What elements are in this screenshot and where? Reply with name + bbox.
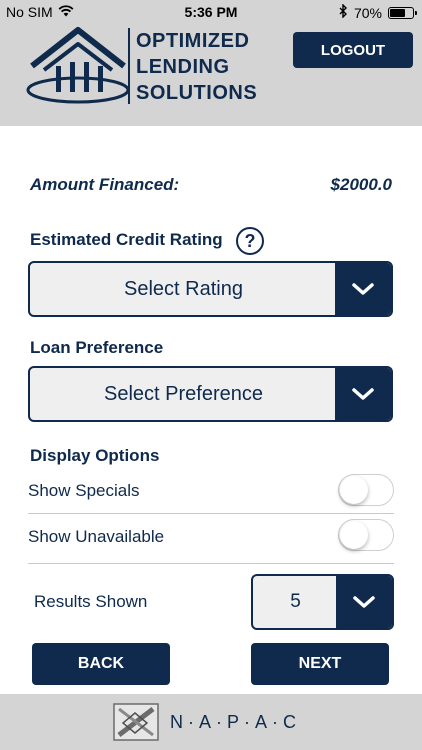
show-unavailable-label: Show Unavailable: [28, 527, 165, 546]
amount-financed-label: Amount Financed:: [30, 175, 180, 194]
loan-preference-label: Loan Preference: [30, 338, 164, 357]
battery-percent: 70%: [353, 4, 382, 21]
results-shown-label: Results Shown: [34, 592, 148, 611]
napac-logo-icon: [113, 703, 159, 741]
loan-preference-select[interactable]: Select Preference: [28, 366, 393, 422]
toggle-row-show-specials: Show Specials: [28, 468, 394, 514]
loan-preference-value: Select Preference: [104, 382, 263, 405]
chevron-down-icon[interactable]: [335, 368, 391, 420]
brand-line-1: OPTIMIZED: [136, 30, 250, 52]
napac-brand: N·A·P·A·C: [170, 712, 301, 732]
bluetooth-icon: [339, 3, 348, 21]
display-options-label: Display Options: [30, 446, 160, 465]
show-unavailable-toggle[interactable]: [338, 519, 394, 551]
amount-financed-value: $2000.0: [330, 175, 392, 194]
brand-line-3: SOLUTIONS: [136, 82, 258, 104]
credit-rating-label: Estimated Credit Rating: [30, 230, 223, 249]
results-shown-select[interactable]: 5: [251, 574, 394, 630]
toggle-knob: [340, 521, 368, 549]
show-specials-toggle[interactable]: [338, 474, 394, 506]
app-header: No SIM 5:36 PM 70% OPTIMIZED LENDING SOL…: [0, 0, 422, 126]
chevron-down-icon[interactable]: [336, 576, 392, 628]
footer: N·A·P·A·C: [0, 694, 422, 750]
next-button[interactable]: NEXT: [251, 643, 389, 685]
help-icon[interactable]: ?: [236, 227, 264, 255]
logo-divider: [128, 28, 130, 104]
credit-rating-select[interactable]: Select Rating: [28, 261, 393, 317]
logout-button[interactable]: LOGOUT: [293, 32, 413, 68]
show-specials-label: Show Specials: [28, 481, 140, 500]
credit-rating-value: Select Rating: [124, 277, 243, 300]
back-button[interactable]: BACK: [32, 643, 170, 685]
toggle-row-show-unavailable: Show Unavailable: [28, 514, 394, 564]
brand-line-2: LENDING: [136, 56, 230, 78]
toggle-knob: [340, 476, 368, 504]
house-logo-icon: [26, 26, 130, 104]
status-bar: No SIM 5:36 PM 70%: [0, 0, 422, 24]
results-shown-value: 5: [290, 591, 301, 612]
battery-icon: [388, 6, 417, 19]
chevron-down-icon[interactable]: [335, 263, 391, 315]
brand-name: OPTIMIZED LENDING SOLUTIONS: [136, 28, 257, 106]
